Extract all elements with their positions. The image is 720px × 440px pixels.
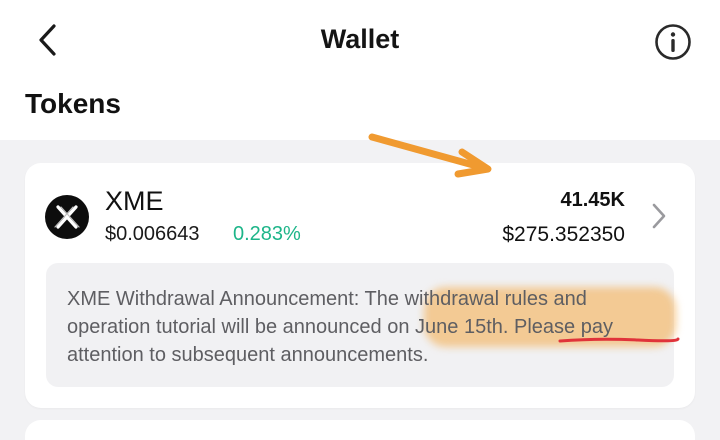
announcement-box: XME Withdrawal Announcement: The withdra… bbox=[46, 263, 680, 387]
section-title: Tokens bbox=[25, 88, 121, 119]
chevron-right-icon bbox=[652, 203, 666, 229]
info-button[interactable] bbox=[654, 23, 692, 61]
info-icon bbox=[655, 24, 691, 60]
xme-logo bbox=[45, 195, 89, 239]
next-card-edge bbox=[25, 420, 695, 440]
token-symbol: XME bbox=[105, 186, 164, 216]
token-value: $275.352350 bbox=[502, 223, 625, 246]
token-price: $0.006643 bbox=[105, 223, 200, 245]
token-balance: 41.45K bbox=[560, 189, 626, 211]
token-detail-chevron[interactable] bbox=[647, 201, 671, 231]
xme-logo-icon bbox=[54, 205, 80, 229]
top-bar: Wallet Tokens bbox=[0, 0, 720, 140]
orange-arrow-mark bbox=[368, 133, 492, 178]
page-title: Wallet bbox=[320, 24, 400, 54]
red-underline-mark bbox=[558, 337, 680, 343]
announcement-text: XME Withdrawal Announcement: The withdra… bbox=[67, 288, 613, 366]
token-change: 0.283% bbox=[233, 223, 301, 245]
token-card[interactable]: XME $0.006643 0.283% 41.45K $275.352350 … bbox=[25, 163, 695, 408]
